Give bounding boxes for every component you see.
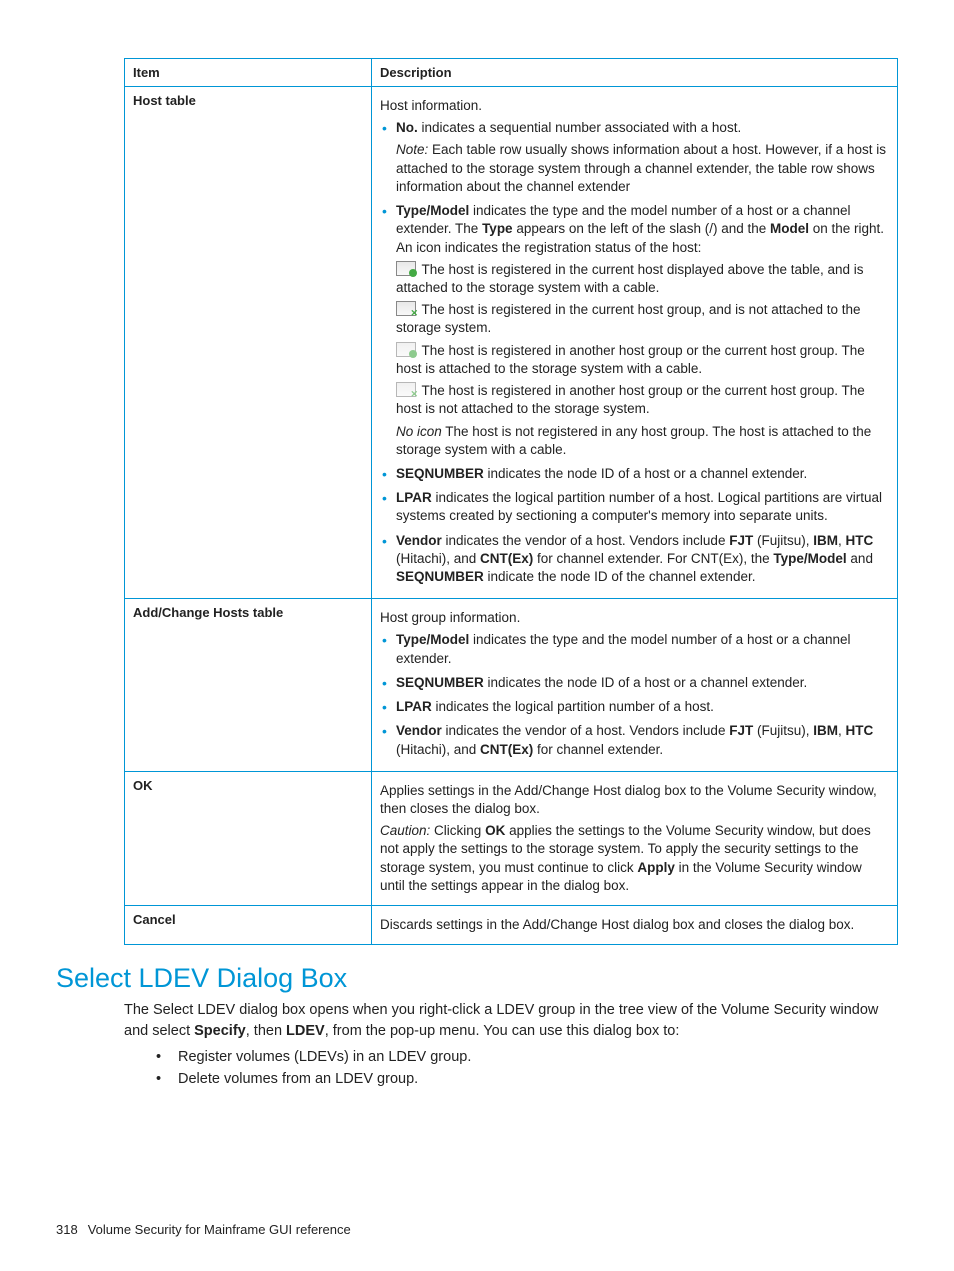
host-other-group-not-attached-icon bbox=[396, 382, 416, 397]
caution-text: Caution: Clicking OK applies the setting… bbox=[380, 822, 889, 895]
bullet-item: LPAR indicates the logical partition num… bbox=[396, 698, 889, 716]
page-number: 318 bbox=[56, 1222, 78, 1237]
icon-desc: The host is registered in the current ho… bbox=[396, 301, 889, 337]
icon-desc: The host is registered in the current ho… bbox=[396, 261, 889, 297]
col-header-desc: Description bbox=[372, 59, 898, 87]
host-registered-attached-icon bbox=[396, 261, 416, 276]
bullet-item: SEQNUMBER indicates the node ID of a hos… bbox=[396, 674, 889, 692]
table-row: Add/Change Hosts table Host group inform… bbox=[125, 599, 898, 772]
icon-desc: The host is registered in another host g… bbox=[396, 342, 889, 378]
bullet-list: Type/Model indicates the type and the mo… bbox=[380, 631, 889, 758]
desc-cell: Host group information. Type/Model indic… bbox=[372, 599, 898, 772]
footer-text: Volume Security for Mainframe GUI refere… bbox=[88, 1222, 351, 1237]
bullet-list: No. indicates a sequential number associ… bbox=[380, 119, 889, 586]
page-footer: 318 Volume Security for Mainframe GUI ref… bbox=[56, 1222, 351, 1237]
bullet-item: SEQNUMBER indicates the node ID of a hos… bbox=[396, 465, 889, 483]
table-row: Host table Host information. No. indicat… bbox=[125, 87, 898, 599]
desc-cell: Host information. No. indicates a sequen… bbox=[372, 87, 898, 599]
icon-desc: The host is registered in another host g… bbox=[396, 382, 889, 418]
intro-text: Host group information. bbox=[380, 609, 889, 627]
intro-text: Host information. bbox=[380, 97, 889, 115]
bullet-item: Type/Model indicates the type and the mo… bbox=[396, 631, 889, 667]
item-cell: Host table bbox=[125, 87, 372, 599]
bullet-item: Type/Model indicates the type and the mo… bbox=[396, 202, 889, 459]
noicon-desc: No icon The host is not registered in an… bbox=[396, 423, 889, 459]
desc-cell: Discards settings in the Add/Change Host… bbox=[372, 906, 898, 945]
note-text: Note: Each table row usually shows infor… bbox=[396, 141, 889, 196]
table-row: Cancel Discards settings in the Add/Chan… bbox=[125, 906, 898, 945]
para-text: Applies settings in the Add/Change Host … bbox=[380, 782, 889, 818]
desc-cell: Applies settings in the Add/Change Host … bbox=[372, 771, 898, 905]
item-cell: Add/Change Hosts table bbox=[125, 599, 372, 772]
list-item: Register volumes (LDEVs) in an LDEV grou… bbox=[156, 1049, 898, 1065]
section-body: The Select LDEV dialog box opens when yo… bbox=[124, 1000, 898, 1041]
table-row: OK Applies settings in the Add/Change Ho… bbox=[125, 771, 898, 905]
col-header-item: Item bbox=[125, 59, 372, 87]
para-text: Discards settings in the Add/Change Host… bbox=[380, 916, 889, 934]
item-cell: Cancel bbox=[125, 906, 372, 945]
host-other-group-attached-icon bbox=[396, 342, 416, 357]
bullet-item: Vendor indicates the vendor of a host. V… bbox=[396, 722, 889, 758]
section-heading: Select LDEV Dialog Box bbox=[56, 963, 898, 994]
host-registered-not-attached-icon bbox=[396, 301, 416, 316]
bullet-item: Vendor indicates the vendor of a host. V… bbox=[396, 532, 889, 587]
section-bullets: Register volumes (LDEVs) in an LDEV grou… bbox=[156, 1049, 898, 1087]
bullet-item: No. indicates a sequential number associ… bbox=[396, 119, 889, 196]
list-item: Delete volumes from an LDEV group. bbox=[156, 1071, 898, 1087]
item-cell: OK bbox=[125, 771, 372, 905]
bullet-item: LPAR indicates the logical partition num… bbox=[396, 489, 889, 525]
reference-table: Item Description Host table Host informa… bbox=[124, 58, 898, 945]
